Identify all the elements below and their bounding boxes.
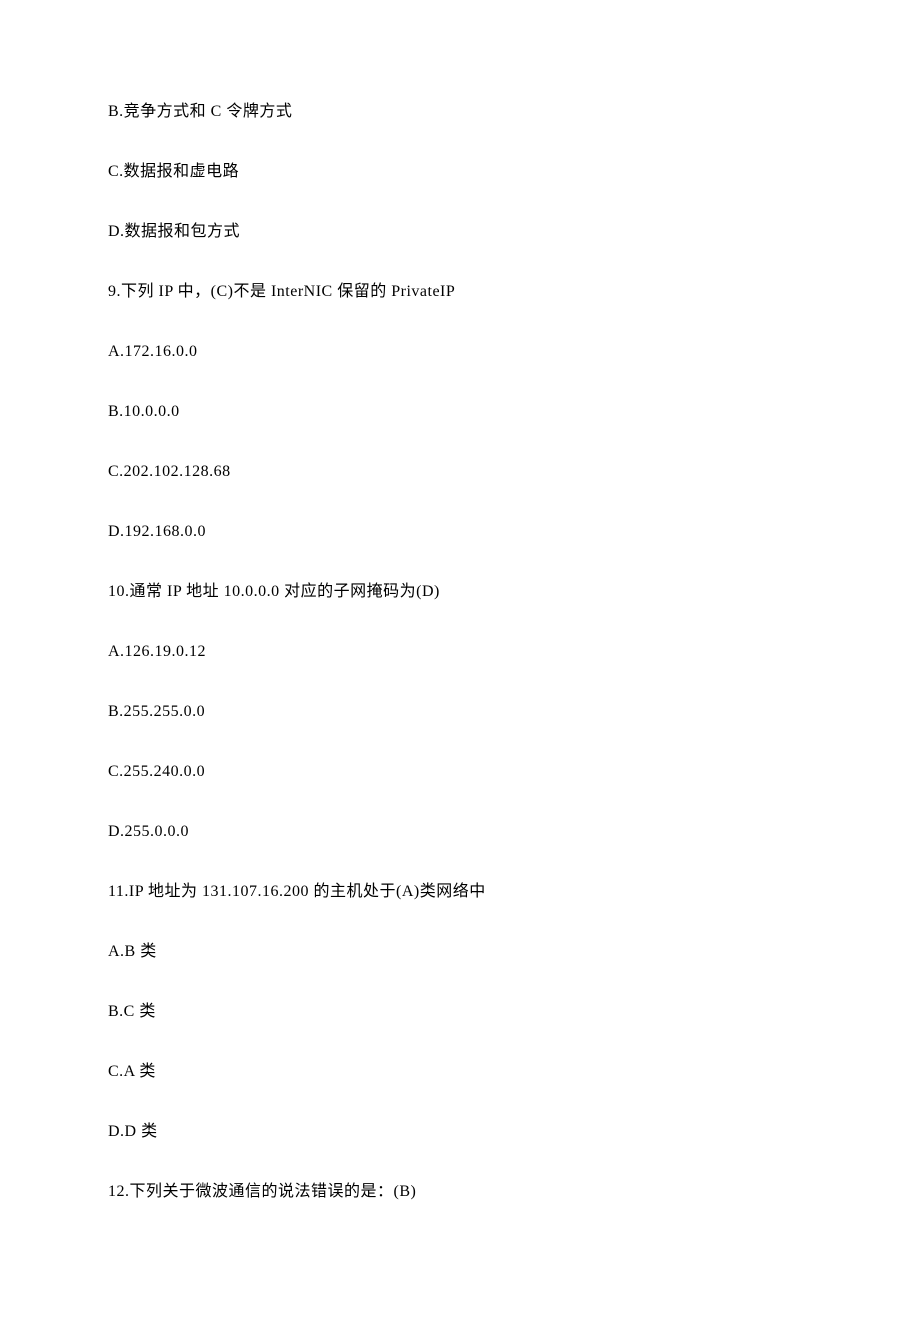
option-text: C.数据报和虚电路 bbox=[108, 160, 812, 184]
option-text: A.B 类 bbox=[108, 940, 812, 964]
question-text: 10.通常 IP 地址 10.0.0.0 对应的子网掩码为(D) bbox=[108, 580, 812, 604]
option-text: B.255.255.0.0 bbox=[108, 700, 812, 724]
option-text: B.竞争方式和 C 令牌方式 bbox=[108, 100, 812, 124]
option-text: B.C 类 bbox=[108, 1000, 812, 1024]
option-text: A.126.19.0.12 bbox=[108, 640, 812, 664]
option-text: C.A 类 bbox=[108, 1060, 812, 1084]
option-text: B.10.0.0.0 bbox=[108, 400, 812, 424]
option-text: D.192.168.0.0 bbox=[108, 520, 812, 544]
option-text: C.202.102.128.68 bbox=[108, 460, 812, 484]
question-text: 11.IP 地址为 131.107.16.200 的主机处于(A)类网络中 bbox=[108, 880, 812, 904]
option-text: D.数据报和包方式 bbox=[108, 220, 812, 244]
option-text: D.D 类 bbox=[108, 1120, 812, 1144]
option-text: C.255.240.0.0 bbox=[108, 760, 812, 784]
question-text: 12.下列关于微波通信的说法错误的是：(B) bbox=[108, 1180, 812, 1204]
option-text: D.255.0.0.0 bbox=[108, 820, 812, 844]
question-text: 9.下列 IP 中，(C)不是 InterNIC 保留的 PrivateIP bbox=[108, 280, 812, 304]
option-text: A.172.16.0.0 bbox=[108, 340, 812, 364]
